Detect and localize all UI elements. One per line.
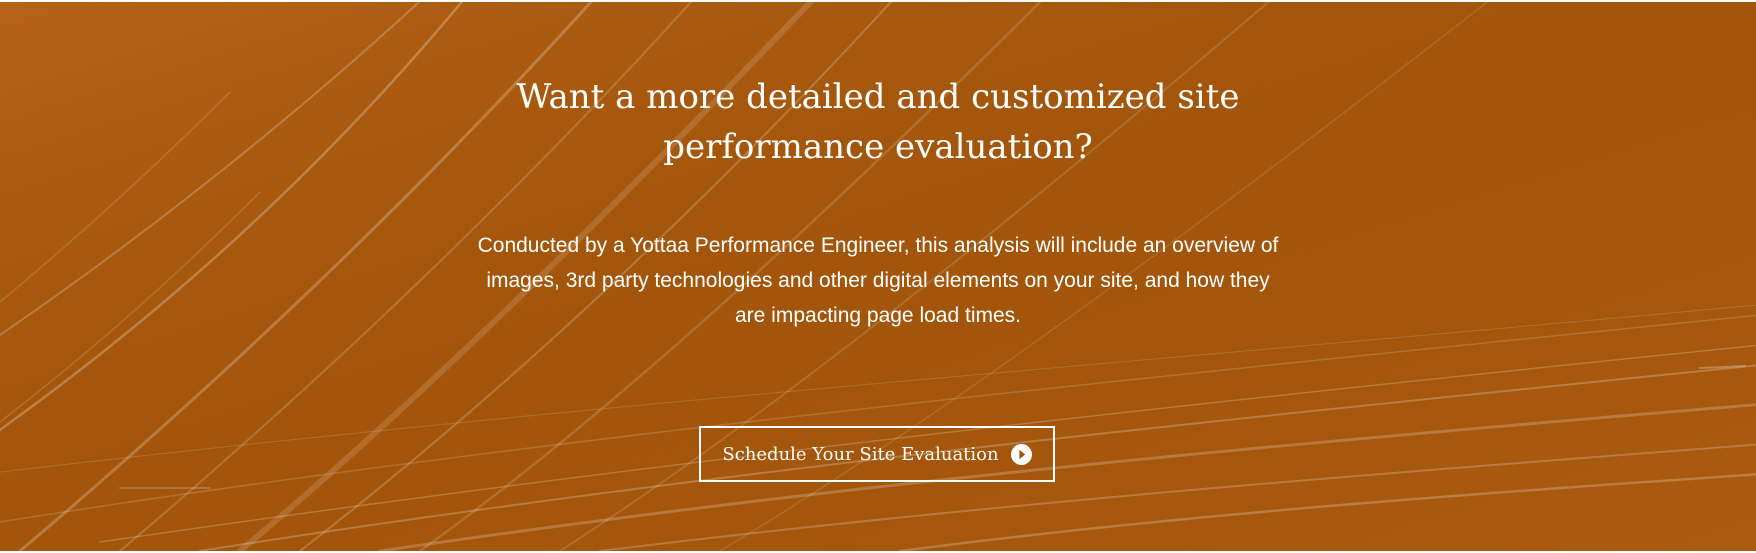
- section-description: Conducted by a Yottaa Performance Engine…: [450, 228, 1306, 333]
- description-line-3: are impacting page load times.: [735, 304, 1021, 327]
- cta-content: Want a more detailed and customized site…: [0, 2, 1756, 551]
- cta-hero-section: Want a more detailed and customized site…: [0, 2, 1756, 551]
- play-circle-icon: [1010, 443, 1032, 465]
- section-headline: Want a more detailed and customized site…: [428, 72, 1328, 172]
- schedule-evaluation-label: Schedule Your Site Evaluation: [722, 443, 999, 465]
- headline-line-2: performance evaluation?: [663, 127, 1093, 167]
- headline-line-1: Want a more detailed and customized site: [516, 77, 1240, 117]
- description-line-1: Conducted by a Yottaa Performance Engine…: [477, 234, 1279, 257]
- schedule-evaluation-button[interactable]: Schedule Your Site Evaluation: [699, 426, 1055, 482]
- description-line-2: images, 3rd party technologies and other…: [486, 269, 1270, 292]
